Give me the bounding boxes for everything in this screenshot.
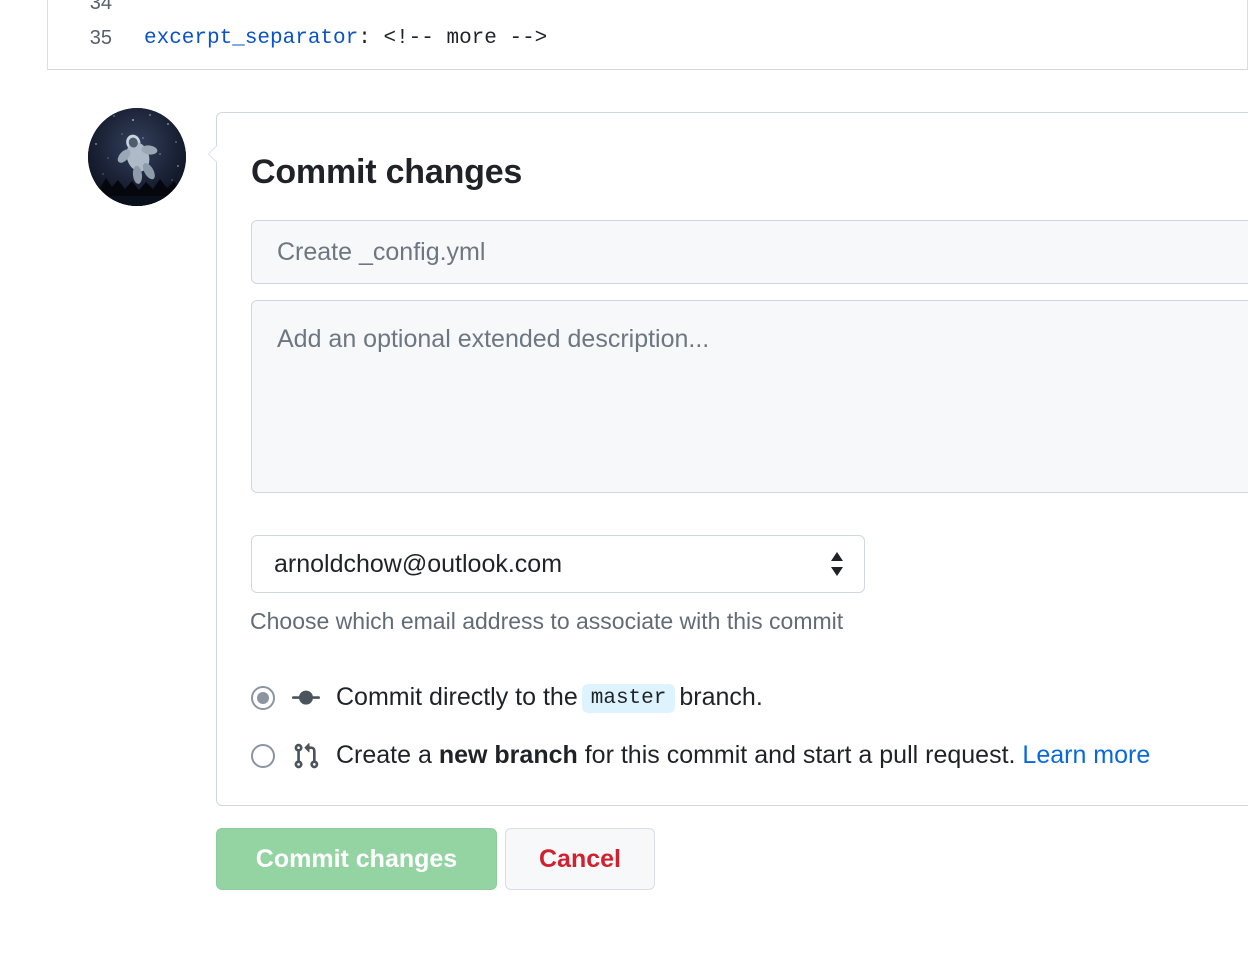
page-title: Commit changes (251, 153, 522, 192)
yaml-colon: : (358, 27, 371, 50)
option-label-commit-directly: Commit directly to themasterbranch. (336, 683, 763, 713)
cancel-button[interactable]: Cancel (505, 828, 655, 890)
radio-option-new-branch[interactable]: Create a new branch for this commit and … (251, 741, 1150, 770)
option-text-after: branch. (679, 683, 762, 711)
commit-changes-button[interactable]: Commit changes (216, 828, 497, 890)
commit-changes-panel: Commit changes arnoldchow@outlook.com Ch… (216, 112, 1248, 806)
email-select-wrapper[interactable]: arnoldchow@outlook.com (251, 535, 865, 593)
learn-more-link[interactable]: Learn more (1022, 741, 1150, 769)
yaml-key: excerpt_separator (144, 27, 358, 50)
page-root: 34 35 excerpt_separator: <!-- more --> (0, 0, 1248, 955)
git-commit-icon (292, 684, 320, 712)
option-text-bold: new branch (439, 741, 578, 769)
radio-option-commit-directly[interactable]: Commit directly to themasterbranch. (251, 683, 763, 713)
branch-badge: master (582, 684, 676, 713)
code-line-35[interactable]: 35 excerpt_separator: <!-- more --> (48, 21, 1247, 56)
option-label-new-branch: Create a new branch for this commit and … (336, 741, 1150, 770)
line-number: 34 (48, 0, 126, 21)
avatar[interactable] (88, 108, 186, 206)
avatar-image (88, 108, 186, 206)
line-number: 35 (48, 21, 126, 56)
code-editor-strip: 34 35 excerpt_separator: <!-- more --> (47, 0, 1248, 70)
option-text-after: for this commit and start a pull request… (585, 741, 1016, 769)
radio-new-branch[interactable] (251, 744, 275, 768)
code-content: excerpt_separator: <!-- more --> (126, 21, 547, 56)
email-select[interactable]: arnoldchow@outlook.com (251, 535, 865, 593)
yaml-value: <!-- more --> (371, 27, 547, 50)
option-text-before: Commit directly to the (336, 683, 578, 711)
option-text-before: Create a (336, 741, 432, 769)
email-helper-text: Choose which email address to associate … (250, 608, 843, 635)
code-line-34[interactable]: 34 (48, 0, 1247, 21)
git-pull-request-icon (292, 742, 320, 770)
commit-message-input[interactable] (251, 220, 1248, 284)
commit-description-input[interactable] (251, 300, 1248, 493)
email-select-value: arnoldchow@outlook.com (274, 550, 562, 579)
panel-pointer-fill (209, 145, 218, 163)
radio-commit-directly[interactable] (251, 686, 275, 710)
